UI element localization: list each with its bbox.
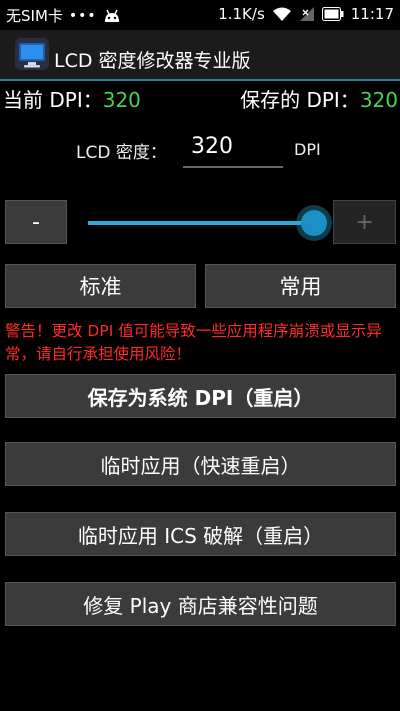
network-speed: 1.1K/s <box>218 5 265 23</box>
notification-dots: ••• <box>68 7 97 24</box>
lcd-density-label: LCD 密度： <box>76 143 167 163</box>
temporary-apply-button[interactable]: 临时应用（快速重启） <box>5 442 396 486</box>
current-dpi: 当前 DPI：320 <box>3 84 141 113</box>
saved-dpi-label: 保存的 DPI： <box>240 88 360 112</box>
status-bar: 无SIM卡 ••• 1.1K/s 11:17 <box>0 0 400 30</box>
signal-icon <box>299 7 314 21</box>
status-left: 无SIM卡 ••• <box>6 5 121 26</box>
decrease-button[interactable]: - <box>5 200 67 244</box>
app-title: LCD 密度修改器专业版 <box>54 50 251 72</box>
save-system-dpi-button[interactable]: 保存为系统 DPI（重启） <box>5 374 396 418</box>
standard-button[interactable]: 标准 <box>5 264 196 308</box>
current-dpi-label: 当前 DPI： <box>3 88 103 112</box>
lcd-density-unit: DPI <box>294 140 321 159</box>
slider-thumb[interactable] <box>301 210 328 236</box>
current-dpi-value: 320 <box>102 88 141 112</box>
ics-hack-button[interactable]: 临时应用 ICS 破解（重启） <box>5 512 396 556</box>
saved-dpi-value: 320 <box>359 88 398 112</box>
lcd-density-row: LCD 密度： 320 DPI <box>0 134 400 174</box>
saved-dpi: 保存的 DPI：320 <box>240 84 398 113</box>
android-icon <box>104 9 119 22</box>
monitor-icon[interactable] <box>14 36 50 72</box>
clock: 11:17 <box>350 5 394 23</box>
increase-button[interactable]: + <box>333 200 396 244</box>
density-slider[interactable] <box>88 210 328 236</box>
wifi-icon <box>272 7 291 21</box>
battery-icon <box>321 7 344 21</box>
dpi-info-row: 当前 DPI：320 保存的 DPI：320 <box>0 84 400 112</box>
common-button[interactable]: 常用 <box>205 264 396 308</box>
slider-track <box>88 221 326 225</box>
fix-play-store-button[interactable]: 修复 Play 商店兼容性问题 <box>5 582 396 626</box>
warning-text: 警告！更改 DPI 值可能导致一些应用程序崩溃或显示异常，请自行承担使用风险！ <box>5 322 382 363</box>
lcd-density-input[interactable]: 320 <box>183 134 283 168</box>
carrier-text: 无SIM卡 <box>6 7 63 25</box>
status-right: 1.1K/s 11:17 <box>218 5 394 23</box>
